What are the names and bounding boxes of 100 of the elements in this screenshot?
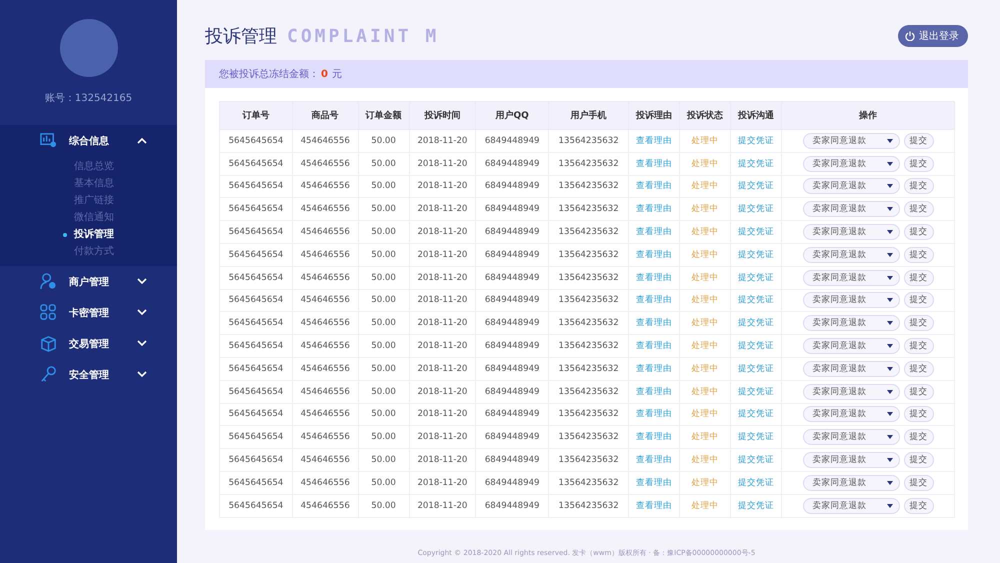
dropdown-caret-icon: [886, 138, 893, 143]
submit-button[interactable]: 提交: [904, 201, 934, 218]
action-dropdown[interactable]: 卖家同意退款: [802, 224, 900, 240]
submit-button[interactable]: 提交: [904, 338, 934, 354]
table-cell: 50.00: [358, 426, 410, 449]
submit-button[interactable]: 提交: [904, 474, 934, 491]
action-dropdown[interactable]: 卖家同意退款: [802, 498, 900, 514]
submit-button[interactable]: 提交: [904, 406, 934, 422]
submit-button[interactable]: 提交: [904, 360, 934, 377]
status-text: 处理中: [692, 341, 719, 352]
action-dropdown[interactable]: 卖家同意退款: [802, 132, 900, 149]
submit-button[interactable]: 提交: [904, 292, 934, 308]
submit-button[interactable]: 提交: [904, 384, 934, 400]
page-title: 投诉管理: [205, 25, 277, 48]
column-header: 操作: [782, 102, 954, 130]
logout-button[interactable]: 退出登录: [898, 25, 968, 47]
column-header: 投诉时间: [409, 102, 476, 130]
table-cell: 13564235632: [548, 426, 629, 449]
table-cell: 50.00: [358, 266, 410, 290]
status-text: 处理中: [692, 136, 719, 146]
action-dropdown[interactable]: 卖家同意退款: [802, 292, 900, 308]
table-cell: 13564235632: [548, 471, 629, 494]
table-cell: 50.00: [358, 403, 410, 426]
menu-group[interactable]: 商户管理: [0, 266, 177, 297]
action-dropdown[interactable]: 卖家同意退款: [802, 246, 900, 263]
action-dropdown[interactable]: 卖家同意退款: [802, 338, 900, 354]
table-cell: 6849448949: [476, 312, 549, 335]
action-dropdown[interactable]: 卖家同意退款: [802, 360, 900, 377]
menu-group[interactable]: 卡密管理: [0, 297, 177, 328]
frozen-amount: 0: [321, 68, 328, 80]
action-dropdown[interactable]: 卖家同意退款: [802, 406, 900, 422]
table-cell: 2018-11-20: [409, 198, 476, 221]
table-cell: 6849448949: [476, 266, 549, 290]
table-cell: 5645645654: [220, 198, 292, 221]
submit-button[interactable]: 提交: [904, 429, 934, 446]
table-cell: 50.00: [358, 220, 410, 244]
table-cell: 5645645654: [220, 175, 292, 198]
submit-button[interactable]: 提交: [904, 156, 934, 172]
menu-group[interactable]: 交易管理: [0, 328, 177, 359]
table-cell: 6849448949: [476, 198, 549, 221]
table-cell: 13564235632: [548, 448, 629, 472]
table-cell: 454646556: [292, 289, 358, 312]
action-dropdown[interactable]: 卖家同意退款: [802, 474, 900, 491]
action-dropdown[interactable]: 卖家同意退款: [802, 452, 900, 468]
submit-button[interactable]: 提交: [904, 132, 934, 149]
action-dropdown[interactable]: 卖家同意退款: [802, 156, 900, 172]
grid-icon: [40, 304, 57, 321]
status-text: 处理中: [692, 272, 719, 283]
table-cell: 5645645654: [220, 334, 292, 358]
menu-group[interactable]: 安全管理: [0, 359, 177, 390]
table-cell: 50.00: [358, 152, 410, 176]
table-cell: 5645645654: [220, 312, 292, 335]
submit-button[interactable]: 提交: [904, 270, 934, 286]
table-cell: 5645645654: [220, 471, 292, 494]
table-cell: 5645645654: [220, 380, 292, 404]
action-dropdown[interactable]: 卖家同意退款: [802, 315, 900, 332]
table-cell: 2018-11-20: [409, 334, 476, 358]
table-cell: 5645645654: [220, 243, 292, 266]
user-icon: [40, 273, 57, 290]
action-dropdown[interactable]: 卖家同意退款: [802, 178, 900, 194]
dropdown-caret-icon: [886, 207, 893, 212]
action-dropdown[interactable]: 卖家同意退款: [802, 384, 900, 400]
table-cell: 6849448949: [476, 494, 549, 518]
table-cell: 13564235632: [548, 312, 629, 335]
submit-button[interactable]: 提交: [904, 246, 934, 263]
submit-button[interactable]: 提交: [904, 224, 934, 240]
submit-button[interactable]: 提交: [904, 178, 934, 194]
account-number: 账号：132542165: [44, 92, 132, 105]
table-cell: 13564235632: [548, 175, 629, 198]
submit-button[interactable]: 提交: [904, 452, 934, 468]
table-cell: 6849448949: [476, 403, 549, 426]
table-cell: 2018-11-20: [409, 403, 476, 426]
dropdown-caret-icon: [886, 230, 893, 234]
submenu-item[interactable]: 投诉管理: [63, 226, 114, 243]
table-cell: 5645645654: [220, 448, 292, 472]
action-dropdown[interactable]: 卖家同意退款: [802, 270, 900, 286]
action-dropdown[interactable]: 卖家同意退款: [802, 201, 900, 218]
status-text: 处理中: [692, 227, 719, 238]
column-header: 投诉状态: [680, 102, 731, 130]
table-cell: 454646556: [292, 334, 358, 358]
table-cell: 454646556: [292, 130, 358, 152]
table-cell: 50.00: [358, 448, 410, 472]
menu-group[interactable]: 综合信息: [0, 125, 177, 156]
table-cell: 13564235632: [548, 220, 629, 244]
chevron-icon: [137, 278, 147, 285]
table-cell: 454646556: [292, 266, 358, 290]
submit-button[interactable]: 提交: [904, 498, 934, 514]
status-text: 处理中: [692, 500, 719, 511]
table-cell: 2018-11-20: [409, 426, 476, 449]
table-cell: 2018-11-20: [409, 130, 476, 152]
table-cell: 50.00: [358, 494, 410, 518]
page-subtitle: COMPLAINT M: [287, 26, 440, 46]
action-dropdown[interactable]: 卖家同意退款: [802, 429, 900, 446]
dropdown-caret-icon: [886, 504, 893, 508]
status-text: 处理中: [692, 204, 719, 214]
submit-button[interactable]: 提交: [904, 315, 934, 332]
table-cell: 454646556: [292, 357, 358, 380]
table-cell: 5645645654: [220, 130, 292, 152]
dropdown-caret-icon: [886, 162, 893, 166]
table-cell: 2018-11-20: [409, 289, 476, 312]
